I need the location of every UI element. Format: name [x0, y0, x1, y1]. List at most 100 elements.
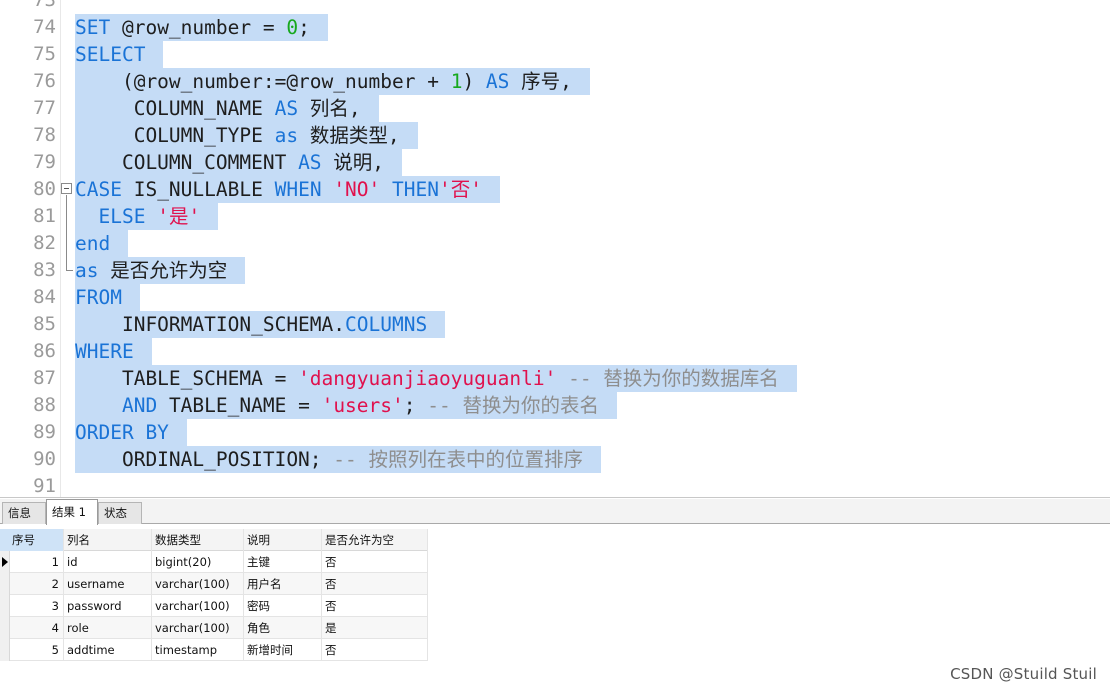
- line-number: 78: [33, 124, 56, 146]
- code-token: COLUMN_TYPE: [75, 124, 275, 147]
- line-number: 75: [33, 43, 56, 65]
- code-text: ELSE '是': [75, 203, 219, 230]
- line-number: 79: [33, 151, 56, 173]
- table-cell[interactable]: 否: [322, 595, 428, 617]
- code-token: TABLE_SCHEMA =: [75, 367, 299, 390]
- code-line[interactable]: 84 FROM: [0, 284, 1110, 311]
- code-token: AS: [274, 97, 299, 120]
- line-number: 73: [33, 0, 56, 11]
- table-cell[interactable]: 3: [10, 595, 64, 617]
- code-token: end: [75, 232, 111, 255]
- table-cell[interactable]: varchar(100): [152, 617, 244, 639]
- sql-editor[interactable]: 73 74 SET @row_number = 0; 75 SELECT 76 (@row…: [0, 0, 1110, 497]
- code-token: @row_number =: [110, 16, 287, 39]
- code-token: -- 替换为你的数据库名: [556, 367, 779, 390]
- table-row[interactable]: 4 role varchar(100) 角色是: [0, 617, 428, 639]
- code-text: ORDINAL_POSITION; -- 按照列在表中的位置排序: [75, 446, 602, 473]
- column-header[interactable]: 数据类型: [152, 529, 244, 551]
- column-header[interactable]: 序号: [0, 529, 64, 551]
- table-cell[interactable]: addtime: [64, 639, 152, 661]
- code-line[interactable]: 83 as 是否允许为空: [0, 257, 1110, 284]
- line-number: 76: [33, 70, 56, 92]
- line-number: 83: [33, 259, 56, 281]
- column-header[interactable]: 说明: [244, 529, 322, 551]
- code-line[interactable]: 86 WHERE: [0, 338, 1110, 365]
- code-line[interactable]: 80 CASE IS_NULLABLE WHEN 'NO' THEN'否': [0, 176, 1110, 203]
- result-tab-bar: 信息 结果 1 状态: [0, 499, 1110, 525]
- table-cell[interactable]: id: [64, 551, 152, 573]
- table-cell[interactable]: 密码: [244, 595, 322, 617]
- table-cell[interactable]: timestamp: [152, 639, 244, 661]
- code-token: 'NO': [333, 178, 381, 201]
- editor-bottom-border: [0, 497, 1110, 498]
- code-line[interactable]: 75 SELECT: [0, 41, 1110, 68]
- row-header[interactable]: [0, 573, 10, 595]
- table-row[interactable]: 2 username varchar(100) 用户名否: [0, 573, 428, 595]
- table-cell[interactable]: password: [64, 595, 152, 617]
- code-line[interactable]: 73: [0, 0, 1110, 14]
- row-header[interactable]: [0, 617, 10, 639]
- code-line[interactable]: 87 TABLE_SCHEMA = 'dangyuanjiaoyuguanli'…: [0, 365, 1110, 392]
- fold-collapse-icon[interactable]: [61, 183, 72, 194]
- code-line[interactable]: 74 SET @row_number = 0;: [0, 14, 1110, 41]
- table-cell[interactable]: varchar(100): [152, 595, 244, 617]
- code-line[interactable]: 78 COLUMN_TYPE as 数据类型,: [0, 122, 1110, 149]
- table-cell[interactable]: 否: [322, 551, 428, 573]
- table-cell[interactable]: 4: [10, 617, 64, 639]
- code-token: -- 按照列在表中的位置排序: [333, 448, 584, 471]
- table-cell[interactable]: 否: [322, 573, 428, 595]
- column-header[interactable]: 是否允许为空: [322, 529, 428, 551]
- table-cell[interactable]: 用户名: [244, 573, 322, 595]
- line-number: 82: [33, 232, 56, 254]
- table-cell[interactable]: 新增时间: [244, 639, 322, 661]
- row-header[interactable]: [0, 639, 10, 661]
- line-number: 85: [33, 313, 56, 335]
- code-line[interactable]: 89 ORDER BY: [0, 419, 1110, 446]
- code-line[interactable]: 88 AND TABLE_NAME = 'users'; -- 替换为你的表名: [0, 392, 1110, 419]
- table-row[interactable]: 5 addtime timestamp 新增时间否: [0, 639, 428, 661]
- code-token: IS_NULLABLE: [121, 178, 275, 201]
- code-token: ;: [298, 16, 310, 39]
- code-line[interactable]: 90 ORDINAL_POSITION; -- 按照列在表中的位置排序: [0, 446, 1110, 473]
- code-line[interactable]: 76 (@row_number:=@row_number + 1) AS 序号,: [0, 68, 1110, 95]
- tab-status[interactable]: 状态: [98, 502, 142, 524]
- code-token: 'dangyuanjiaoyuguanli': [298, 367, 557, 390]
- table-cell[interactable]: 1: [10, 551, 64, 573]
- code-line[interactable]: 82 end: [0, 230, 1110, 257]
- table-cell[interactable]: 主键: [244, 551, 322, 573]
- row-header[interactable]: [0, 595, 10, 617]
- code-token: 数据类型,: [298, 124, 400, 147]
- table-row[interactable]: 3 password varchar(100) 密码否: [0, 595, 428, 617]
- table-row[interactable]: 1 id bigint(20) 主键否: [0, 551, 428, 573]
- code-token: AS: [298, 151, 322, 174]
- table-cell[interactable]: bigint(20): [152, 551, 244, 573]
- code-line[interactable]: 91: [0, 473, 1110, 497]
- code-text: COLUMN_TYPE as 数据类型,: [75, 122, 418, 149]
- table-cell[interactable]: 是: [322, 617, 428, 639]
- table-cell[interactable]: username: [64, 573, 152, 595]
- result-grid[interactable]: 序号 列名 数据类型 说明 是否允许为空 1 id bigint(20) 主键否 2 usernam…: [0, 529, 428, 663]
- tab-info[interactable]: 信息: [2, 502, 46, 524]
- table-cell[interactable]: role: [64, 617, 152, 639]
- code-line[interactable]: 79 COLUMN_COMMENT AS 说明,: [0, 149, 1110, 176]
- table-cell[interactable]: 否: [322, 639, 428, 661]
- table-cell[interactable]: 5: [10, 639, 64, 661]
- code-token: AS: [485, 70, 510, 93]
- code-token: (@row_number:=@row_number +: [75, 70, 451, 93]
- code-token: WHEN: [274, 178, 322, 201]
- tab-result-1[interactable]: 结果 1: [46, 499, 98, 525]
- code-line[interactable]: 85 INFORMATION_SCHEMA.COLUMNS: [0, 311, 1110, 338]
- row-header[interactable]: [0, 551, 10, 573]
- code-line[interactable]: 77 COLUMN_NAME AS 列名,: [0, 95, 1110, 122]
- table-cell[interactable]: 角色: [244, 617, 322, 639]
- table-cell[interactable]: varchar(100): [152, 573, 244, 595]
- code-token: CASE: [75, 178, 122, 201]
- code-line[interactable]: 81 ELSE '是': [0, 203, 1110, 230]
- table-cell[interactable]: 2: [10, 573, 64, 595]
- column-header[interactable]: 列名: [64, 529, 152, 551]
- code-token: FROM: [75, 286, 122, 309]
- code-text: ORDER BY: [75, 419, 187, 446]
